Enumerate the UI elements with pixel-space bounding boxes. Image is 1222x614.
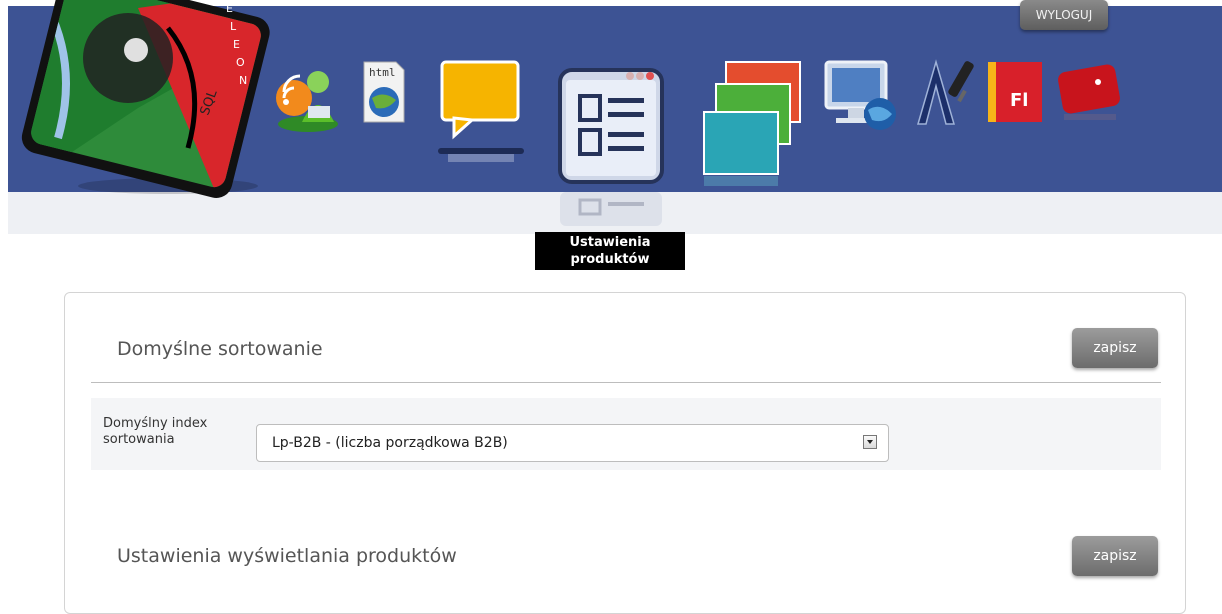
logo-letter-e2: E	[233, 38, 240, 51]
product-settings-icon[interactable]	[556, 66, 666, 230]
tooltip-line-1: Ustawienia	[569, 235, 651, 250]
tooltip-line-2: produktów	[570, 252, 650, 267]
dropdown-arrow-icon[interactable]	[863, 435, 877, 449]
html-globe-icon[interactable]: html	[362, 60, 406, 130]
sort-index-select[interactable]: Lp-B2B - (liczba porządkowa B2B)	[256, 424, 889, 462]
display-section-title: Ustawienia wyświetlania produktów	[117, 545, 457, 567]
save-sorting-button[interactable]: zapisz	[1072, 328, 1158, 368]
sorting-section-title: Domyślne sortowanie	[117, 338, 323, 360]
sort-index-label: Domyślny index sortowania	[103, 416, 253, 448]
logo-letter-o: O	[236, 56, 245, 69]
settings-panel: Domyślne sortowanie zapisz Domyślny inde…	[64, 292, 1186, 614]
speech-bubble-icon[interactable]	[438, 58, 524, 162]
flash-icon-text: Fl	[1010, 90, 1028, 111]
section-divider	[91, 382, 1161, 383]
save-display-button[interactable]: zapisz	[1072, 536, 1158, 576]
logo-letter-l: L	[230, 20, 237, 33]
html-icon-text: html	[369, 66, 396, 79]
chameleon-logo-icon[interactable]: E L E O N SQL	[18, 0, 280, 198]
stacked-windows-icon[interactable]	[700, 58, 804, 188]
logout-button[interactable]: WYLOGUJ	[1020, 0, 1108, 30]
sort-index-label-line-2: sortowania	[103, 432, 175, 447]
sort-index-select-value: Lp-B2B - (liczba porządkowa B2B)	[272, 435, 508, 451]
rss-user-icon[interactable]	[272, 58, 344, 132]
sort-index-label-line-1: Domyślny index	[103, 416, 208, 431]
logo-letter-n: N	[239, 74, 247, 87]
pen-tool-icon[interactable]	[912, 56, 978, 128]
active-menu-tooltip: Ustawienia produktów	[535, 232, 685, 270]
red-tag-icon[interactable]	[1054, 62, 1124, 124]
monitor-globe-icon[interactable]	[822, 58, 900, 136]
flash-fl-icon[interactable]: Fl	[986, 60, 1044, 126]
logo-letter-e: E	[226, 2, 233, 15]
